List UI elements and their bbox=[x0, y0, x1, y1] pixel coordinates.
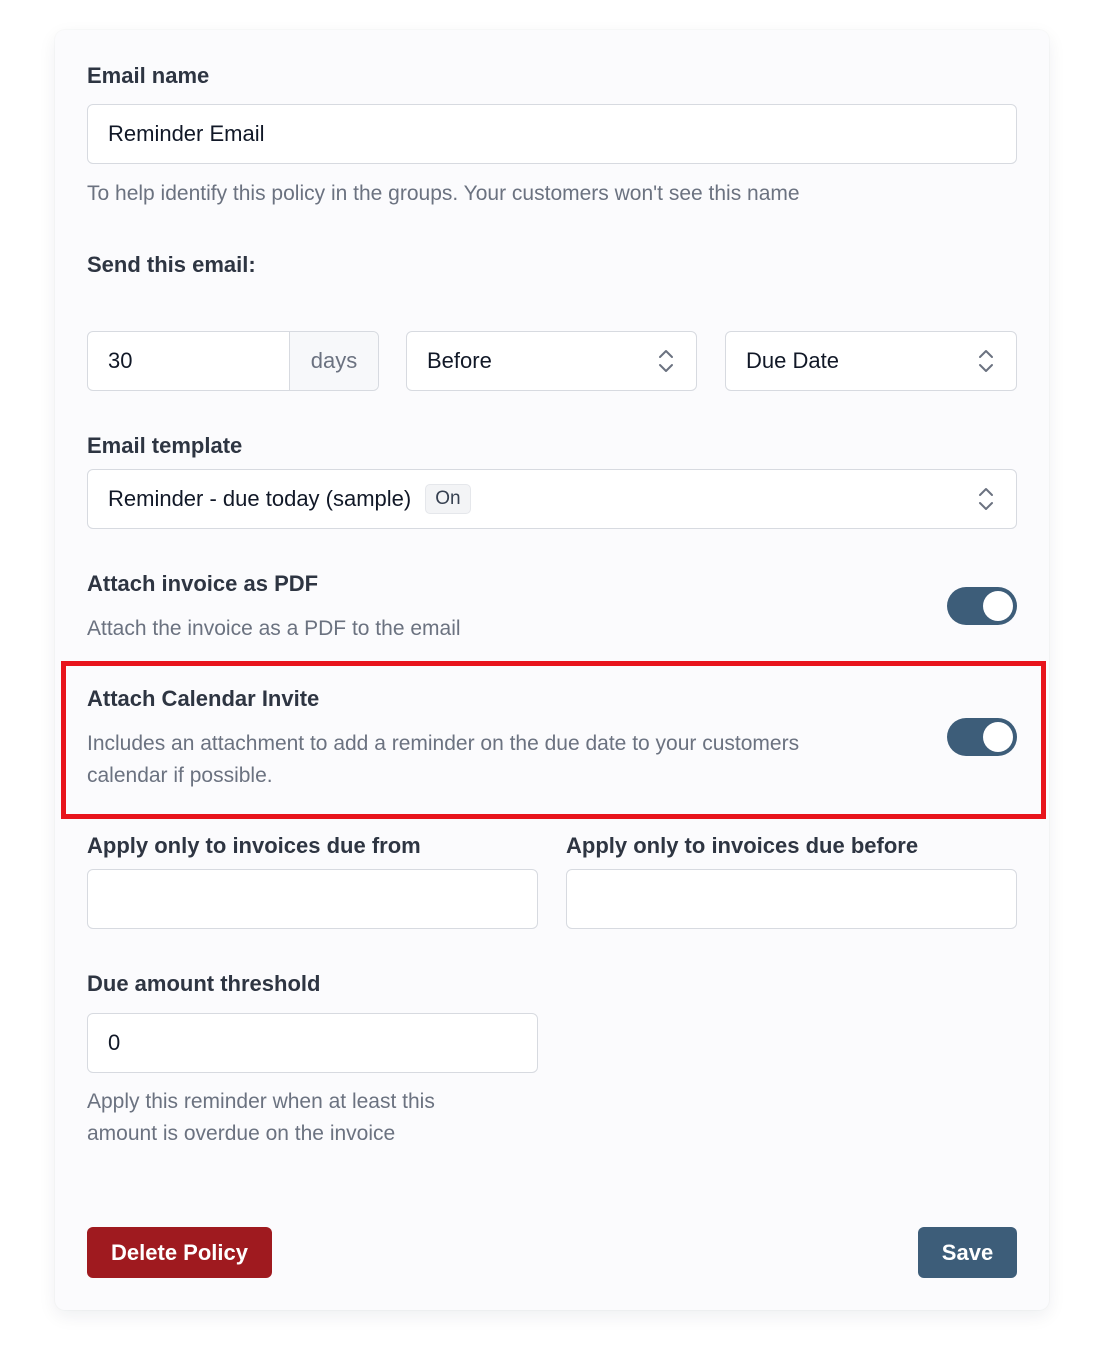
toggle-knob bbox=[983, 591, 1013, 621]
attach-calendar-toggle[interactable] bbox=[947, 718, 1017, 756]
threshold-help-line2: amount is overdue on the invoice bbox=[87, 1122, 396, 1145]
email-name-input[interactable]: Reminder Email bbox=[87, 104, 1017, 164]
chevron-up-down-icon bbox=[979, 350, 993, 372]
toggle-knob bbox=[983, 722, 1013, 752]
attach-calendar-label: Attach Calendar Invite bbox=[87, 686, 320, 711]
template-status-badge: On bbox=[425, 484, 471, 514]
days-addon: days bbox=[289, 332, 378, 390]
timing-selected-value: Before bbox=[427, 348, 492, 373]
days-value: 30 bbox=[108, 348, 133, 373]
email-template-label: Email template bbox=[87, 433, 243, 458]
reference-selected-value: Due Date bbox=[746, 348, 839, 373]
chevron-up-down-icon bbox=[979, 488, 993, 510]
days-input[interactable]: 30 days bbox=[87, 331, 379, 391]
email-name-value: Reminder Email bbox=[108, 121, 265, 146]
due-before-label: Apply only to invoices due before bbox=[566, 833, 919, 858]
email-template-select[interactable]: Reminder - due today (sample) On bbox=[87, 469, 1017, 529]
threshold-input[interactable]: 0 bbox=[87, 1013, 538, 1073]
due-from-label: Apply only to invoices due from bbox=[87, 833, 421, 858]
attach-pdf-label: Attach invoice as PDF bbox=[87, 571, 319, 596]
attach-pdf-help: Attach the invoice as a PDF to the email bbox=[87, 617, 461, 640]
email-name-help: To help identify this policy in the grou… bbox=[87, 182, 800, 205]
attach-calendar-help-line2: calendar if possible. bbox=[87, 764, 273, 787]
template-selected-value: Reminder - due today (sample) bbox=[108, 486, 412, 511]
due-from-input[interactable] bbox=[87, 869, 538, 929]
attach-pdf-toggle[interactable] bbox=[947, 587, 1017, 625]
save-button[interactable]: Save bbox=[918, 1227, 1017, 1278]
send-email-label: Send this email: bbox=[87, 252, 256, 277]
delete-policy-button[interactable]: Delete Policy bbox=[87, 1227, 272, 1278]
reference-date-select[interactable]: Due Date bbox=[725, 331, 1017, 391]
threshold-help-line1: Apply this reminder when at least this bbox=[87, 1090, 435, 1113]
threshold-value: 0 bbox=[108, 1030, 121, 1055]
due-before-input[interactable] bbox=[566, 869, 1017, 929]
email-name-label: Email name bbox=[87, 63, 210, 88]
threshold-label: Due amount threshold bbox=[87, 971, 321, 996]
timing-select[interactable]: Before bbox=[406, 331, 697, 391]
chevron-up-down-icon bbox=[659, 350, 673, 372]
attach-calendar-help-line1: Includes an attachment to add a reminder… bbox=[87, 732, 800, 755]
